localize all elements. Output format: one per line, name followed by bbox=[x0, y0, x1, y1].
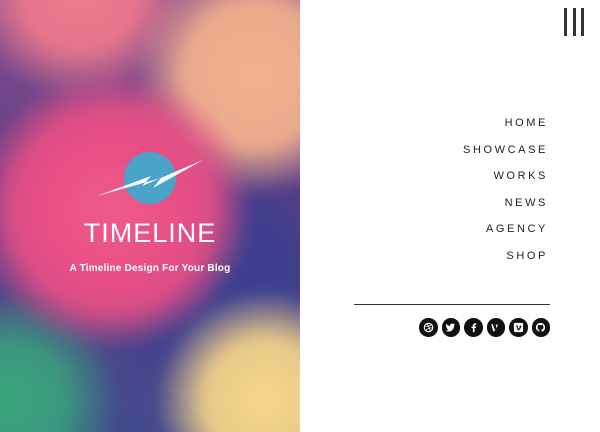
site-tagline: A Timeline Design For Your Blog bbox=[69, 263, 231, 274]
nav-item-agency[interactable]: AGENCY bbox=[463, 222, 548, 249]
menu-bar bbox=[564, 8, 567, 36]
nav-item-home[interactable]: HOME bbox=[463, 116, 548, 143]
facebook-icon[interactable] bbox=[464, 318, 483, 337]
hero-panel: TIMELINE A Timeline Design For Your Blog bbox=[0, 0, 300, 432]
vine-icon[interactable] bbox=[486, 318, 505, 337]
menu-bar bbox=[581, 8, 584, 36]
social-links bbox=[419, 318, 550, 337]
nav-item-showcase[interactable]: SHOWCASE bbox=[463, 143, 548, 170]
nav-item-shop[interactable]: SHOP bbox=[463, 249, 548, 276]
vimeo-icon[interactable] bbox=[509, 318, 528, 337]
twitter-icon[interactable] bbox=[441, 318, 460, 337]
github-icon[interactable] bbox=[531, 318, 550, 337]
nav-divider bbox=[354, 304, 550, 305]
menu-bars-icon[interactable] bbox=[564, 8, 584, 36]
nav-item-news[interactable]: NEWS bbox=[463, 196, 548, 223]
lightning-circle-icon[interactable] bbox=[95, 150, 205, 210]
site-title[interactable]: TIMELINE bbox=[0, 218, 300, 249]
main-nav: HOME SHOWCASE WORKS NEWS AGENCY SHOP bbox=[463, 116, 548, 276]
menu-bar bbox=[572, 8, 576, 36]
nav-item-works[interactable]: WORKS bbox=[463, 169, 548, 196]
dribbble-icon[interactable] bbox=[419, 318, 438, 337]
hero-branding: TIMELINE A Timeline Design For Your Blog bbox=[0, 150, 300, 274]
